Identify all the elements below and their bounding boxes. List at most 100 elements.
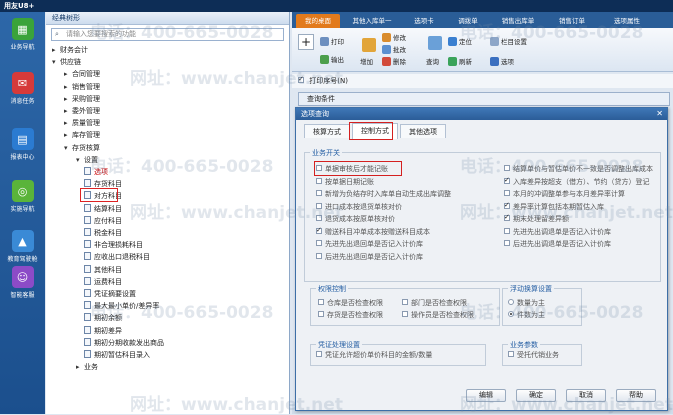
collapsed-icon[interactable]: ▸ — [64, 105, 72, 117]
option-checkbox[interactable]: 进口成本按退货单核对价 — [316, 202, 402, 212]
option-checkbox[interactable]: 操作员是否检查权限 — [402, 310, 474, 320]
columns-button[interactable]: 栏目设置 — [490, 36, 527, 46]
tree-item[interactable]: ▾ 存货核算 — [64, 142, 100, 154]
leftbar-implementation-nav[interactable]: ◎ 实施导航 — [0, 180, 45, 213]
plus-icon[interactable]: + — [298, 34, 314, 50]
checkbox-label: 赠送科目冲单成本按赠送科目成本 — [325, 227, 430, 236]
close-icon[interactable]: ✕ — [656, 109, 663, 118]
collapsed-icon[interactable]: ▸ — [64, 129, 72, 141]
tree-item[interactable]: ▸ 委外管理 — [64, 105, 100, 117]
leftbar-smart-service[interactable]: ☺ 智能客服 — [0, 266, 45, 299]
tree-item[interactable]: ▸ 库存管理 — [64, 129, 100, 141]
option-checkbox[interactable]: 后进先出调退单是否记入计价库 — [504, 239, 611, 249]
ok-button[interactable]: 确定 — [516, 389, 556, 402]
collapsed-icon[interactable]: ▸ — [76, 361, 84, 373]
option-checkbox[interactable]: 退货成本按原单核对价 — [316, 214, 395, 224]
floating-radio[interactable]: 件数为主 — [508, 310, 545, 320]
option-checkbox[interactable]: 期末处理留差异额 — [504, 212, 569, 224]
query-button[interactable] — [428, 36, 444, 50]
tree-item[interactable]: 选项 — [84, 166, 108, 178]
voucher-checkbox[interactable]: 凭证允许超价单价科目的金额/数量 — [316, 350, 432, 360]
collapsed-icon[interactable]: ▸ — [52, 44, 60, 56]
option-checkbox[interactable]: 新增为负结存时入库单自动生成出库调整 — [316, 189, 451, 199]
option-checkbox[interactable]: 仓库是否检查权限 — [318, 298, 383, 308]
option-checkbox[interactable]: 差异率计算包括本期暂估入库 — [504, 200, 604, 212]
tab-sales-outbound[interactable]: 销售出库单 — [492, 14, 544, 28]
tab-other-options[interactable]: 其他选项 — [400, 124, 446, 138]
tree-item[interactable]: 期初暂估科目录入 — [84, 349, 150, 361]
print-serial-checkbox[interactable] — [298, 74, 307, 85]
option-checkbox[interactable]: 赠送科目冲单成本按赠送科目成本 — [316, 225, 430, 237]
edit-button[interactable]: 编辑 — [466, 389, 506, 402]
collapsed-icon[interactable]: ▸ — [64, 68, 72, 80]
tab-option-props[interactable]: 选项属性 — [602, 14, 652, 28]
leftbar-report-center[interactable]: ▤ 报表中心 — [0, 128, 45, 161]
columns-label: 栏目设置 — [501, 38, 527, 46]
tab-other-inbound[interactable]: 其他入库单一 — [344, 14, 400, 28]
batch-button[interactable]: 批改 — [382, 44, 406, 54]
tree-item[interactable]: ▸ 业务 — [76, 361, 98, 373]
modify-button[interactable]: 修改 — [382, 32, 406, 42]
help-button[interactable]: 帮助 — [616, 389, 656, 402]
collapsed-icon[interactable]: ▸ — [64, 93, 72, 105]
print-button[interactable]: 打印 — [320, 36, 344, 46]
option-checkbox[interactable]: 本月的冲调整单参与本月差异率计算 — [504, 189, 625, 199]
tree-item[interactable]: 运费科目 — [84, 276, 122, 288]
option-checkbox[interactable]: 先进先出退回单是否记入计价库 — [316, 239, 423, 249]
tree-item[interactable]: 应收出口退税科目 — [84, 251, 150, 263]
tree-item[interactable]: ▸ 采购管理 — [64, 93, 100, 105]
tree-item[interactable]: 其他科目 — [84, 264, 122, 276]
collapsed-icon[interactable]: ▸ — [64, 117, 72, 129]
tab-sales-order[interactable]: 销售订单 — [548, 14, 596, 28]
expanded-icon[interactable]: ▾ — [76, 154, 84, 166]
tree-item[interactable]: ▾ 供应链 — [52, 56, 81, 68]
option-checkbox[interactable]: 后进先出退回单是否记入计价库 — [316, 252, 423, 262]
leftbar-education[interactable]: ▲ 教育驾驶舱 — [0, 230, 45, 263]
tree-item[interactable]: 非合理损耗科目 — [84, 239, 143, 251]
tab-my-desktop[interactable]: 我的桌面 — [296, 14, 340, 28]
consignment-checkbox[interactable]: 受托代销业务 — [508, 350, 559, 360]
refresh-button[interactable]: 刷新 — [448, 56, 472, 66]
tree-item[interactable]: 应付科目 — [84, 215, 122, 227]
option-checkbox[interactable]: 入库差异按超支（借方）、节约（贷方）登记 — [504, 175, 650, 187]
expanded-icon[interactable]: ▾ — [52, 56, 60, 68]
tree-item[interactable]: 期初分期收款发出商品 — [84, 337, 164, 349]
option-checkbox[interactable]: 按单据日期记账 — [316, 177, 374, 187]
tab-accounting-method[interactable]: 核算方式 — [304, 124, 350, 138]
tab-transfer[interactable]: 调拨单 — [448, 14, 488, 28]
option-checkbox[interactable]: 存货是否检查权限 — [318, 310, 383, 320]
tree-item[interactable]: 最大最小单价/差异率 — [84, 300, 159, 312]
floating-radio[interactable]: 数量为主 — [508, 298, 545, 308]
checkbox-box — [316, 215, 322, 221]
tree-item[interactable]: ▸ 合同管理 — [64, 68, 100, 80]
tree-item[interactable]: 期初余额 — [84, 312, 122, 324]
expanded-icon[interactable]: ▾ — [64, 142, 72, 154]
option-checkbox[interactable]: 结算单价与暂估单价不一致是否调整出库成本 — [504, 164, 653, 174]
tree-item[interactable]: ▸ 质量管理 — [64, 117, 100, 129]
tab-options[interactable]: 选项卡 — [404, 14, 444, 28]
checkbox-box — [316, 190, 322, 196]
output-button[interactable]: 输出 — [320, 54, 344, 64]
tree-item[interactable]: ▸ 销售管理 — [64, 81, 100, 93]
nav-panel: 经典树形 ⌕ 请输入您要搜索的功能 ▸ 财务会计 ▾ 供应链 ▸ 合同管理 ▸ 销售管理 ▸ 采购… — [46, 12, 290, 414]
add-button[interactable] — [362, 38, 378, 52]
collapsed-icon[interactable]: ▸ — [64, 81, 72, 93]
leftbar-business-nav[interactable]: ▦ 业务导航 — [0, 18, 45, 51]
locate-button[interactable]: 定位 — [448, 36, 472, 46]
tree-item[interactable]: 凭证摘要设置 — [84, 288, 136, 300]
tree-item[interactable]: ▾ 设置 — [76, 154, 98, 166]
tree-item-label: 期初分期收款发出商品 — [94, 338, 164, 347]
leftbar-messages[interactable]: ✉ 消息任务 — [0, 72, 45, 105]
nav-search-input[interactable]: ⌕ 请输入您要搜索的功能 — [51, 28, 284, 41]
cancel-button[interactable]: 取消 — [566, 389, 606, 402]
option-checkbox[interactable]: 部门是否检查权限 — [402, 298, 467, 308]
tree-item[interactable]: 结算科目 — [84, 203, 122, 215]
tree-item[interactable]: 税金科目 — [84, 227, 122, 239]
option-checkbox[interactable]: 先进先出调退单是否记入计价库 — [504, 227, 611, 237]
options-button[interactable]: 选项 — [490, 56, 514, 66]
tree-item[interactable]: ▸ 财务会计 — [52, 44, 88, 56]
tree-item-label: 采购管理 — [72, 94, 100, 103]
delete-button[interactable]: 删除 — [382, 56, 406, 66]
tree-item[interactable]: 期初差异 — [84, 325, 122, 337]
batch-label: 批改 — [393, 46, 406, 54]
